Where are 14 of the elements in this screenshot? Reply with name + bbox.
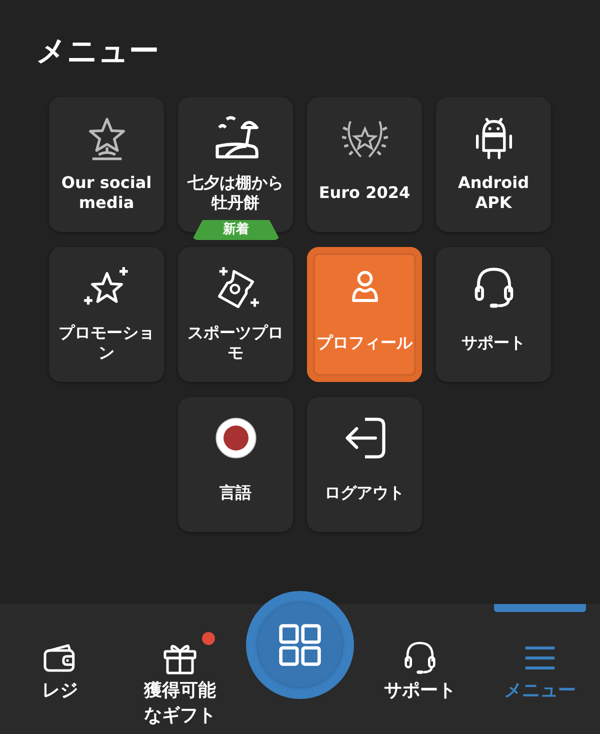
nav-tab[interactable]: レジ (5, 604, 115, 734)
nav-tab[interactable]: 獲得可能なギフト (125, 604, 235, 734)
menu-tile[interactable]: Android APK (436, 97, 551, 232)
menu-tile[interactable]: ログアウト (307, 397, 422, 532)
menu-tile[interactable]: Euro 2024 (307, 97, 422, 232)
page-title: メニュー (36, 33, 159, 71)
nav-tab[interactable]: サポート (365, 604, 475, 734)
new-badge: 新着 (192, 220, 280, 240)
menu-tile[interactable]: Our social media (49, 97, 164, 232)
menu-tile[interactable]: 言語 (178, 397, 293, 532)
menu-tile[interactable]: スポーツプロモ (178, 247, 293, 382)
menu-tile[interactable]: プロモーション (49, 247, 164, 382)
grid-icon (277, 622, 323, 668)
menu-tile[interactable]: サポート (436, 247, 551, 382)
